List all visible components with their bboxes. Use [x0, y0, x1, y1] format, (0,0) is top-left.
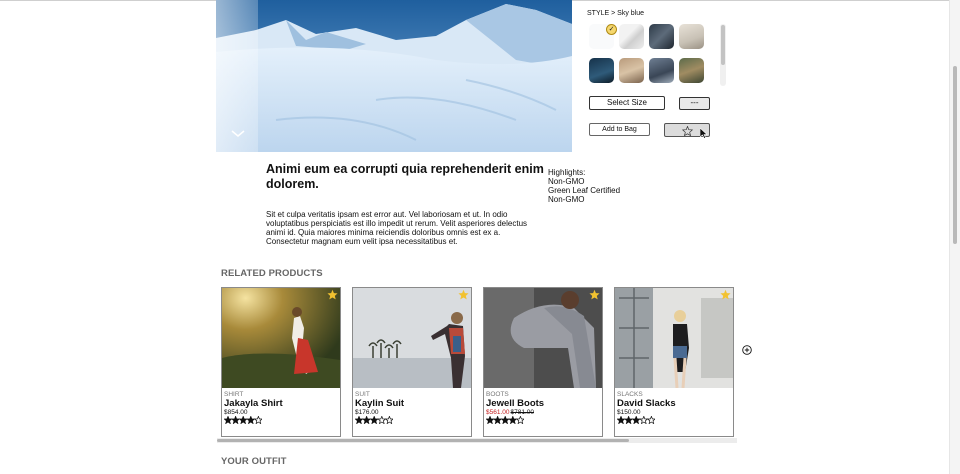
- product-card[interactable]: SHIRT Jakayla Shirt $854.00: [221, 287, 341, 437]
- product-highlights: Highlights: Non-GMO Green Leaf Certified…: [548, 168, 620, 204]
- product-price: $561.00$781.00: [486, 409, 534, 416]
- product-description: Sit et culpa veritatis ipsam est error a…: [266, 210, 528, 246]
- product-category: SHIRT: [224, 391, 244, 398]
- product-card-image[interactable]: [222, 288, 340, 388]
- page-scrollbar-thumb[interactable]: [953, 66, 957, 244]
- rating-star-empty-icon: [515, 416, 524, 424]
- style-label: STYLE > Sky blue: [587, 10, 645, 17]
- style-thumb-5[interactable]: [589, 58, 614, 83]
- rating-star-filled-icon: [492, 416, 503, 424]
- product-category: SUIT: [355, 391, 370, 398]
- product-card[interactable]: SLACKS David Slacks $150.00: [614, 287, 734, 437]
- chevron-down-icon[interactable]: [231, 128, 245, 138]
- thumbnail-scrollbar[interactable]: [720, 24, 726, 86]
- highlight-item: Green Leaf Certified: [548, 186, 621, 195]
- mouse-cursor-icon: [700, 128, 708, 139]
- product-card-image[interactable]: [484, 288, 602, 388]
- quantity-dropdown[interactable]: ---: [679, 97, 710, 110]
- rating-star-filled-icon: [508, 416, 518, 424]
- style-thumb-4[interactable]: [679, 24, 704, 49]
- rating-stars: [617, 416, 655, 424]
- product-name: Jewell Boots: [486, 398, 545, 409]
- rating-stars: [224, 416, 262, 424]
- select-size-dropdown[interactable]: Select Size: [589, 96, 665, 110]
- product-title: Animi eum ea corrupti quia reprehenderit…: [266, 162, 544, 191]
- carousel-next-icon[interactable]: [742, 345, 752, 355]
- rating-star-filled-icon: [361, 416, 372, 424]
- product-card-image[interactable]: [353, 288, 471, 388]
- style-thumb-3[interactable]: [649, 24, 674, 49]
- rating-star-empty-icon: [253, 416, 262, 424]
- rating-star-filled-icon: [230, 416, 241, 424]
- carousel-scrollbar-thumb[interactable]: [217, 439, 629, 442]
- style-thumb-2[interactable]: [619, 24, 644, 49]
- rating-star-empty-icon: [384, 416, 393, 424]
- rating-star-filled-icon: [486, 416, 495, 424]
- rating-star-filled-icon: [617, 416, 626, 424]
- product-name: Kaylin Suit: [355, 398, 405, 409]
- rating-star-empty-icon: [646, 416, 655, 424]
- selected-check-icon: ✓: [606, 24, 617, 35]
- product-name: Jakayla Shirt: [224, 398, 283, 409]
- carousel-scrollbar[interactable]: [217, 438, 737, 443]
- product-category: SLACKS: [617, 391, 643, 398]
- rating-star-filled-icon: [355, 416, 364, 424]
- highlight-item: Non-GMO: [548, 177, 585, 186]
- star-filled-icon[interactable]: [589, 289, 600, 300]
- sale-price: $561.00: [486, 409, 510, 416]
- add-to-bag-button[interactable]: Add to Bag: [589, 123, 650, 136]
- style-thumb-6[interactable]: [619, 58, 644, 83]
- product-price: $176.00: [355, 409, 379, 416]
- original-price: $781.00: [510, 409, 535, 416]
- product-card-image[interactable]: [615, 288, 733, 388]
- star-filled-icon[interactable]: [458, 289, 469, 300]
- your-outfit-heading: YOUR OUTFIT: [221, 456, 287, 467]
- highlights-label: Highlights:: [548, 168, 586, 177]
- rating-star-filled-icon: [246, 416, 256, 424]
- related-products-heading: RELATED PRODUCTS: [221, 268, 323, 279]
- page-scrollbar[interactable]: [949, 0, 960, 474]
- product-price: $854.00: [224, 409, 248, 416]
- product-card[interactable]: BOOTS Jewell Boots $561.00$781.00: [483, 287, 603, 437]
- snow-landscape-image: [216, 0, 572, 152]
- highlight-item: Non-GMO: [548, 195, 585, 204]
- main-product-image[interactable]: [216, 0, 572, 152]
- star-filled-icon[interactable]: [327, 289, 338, 300]
- rating-star-filled-icon: [623, 416, 634, 424]
- rating-star-filled-icon: [224, 416, 233, 424]
- rating-stars: [355, 416, 393, 424]
- product-name: David Slacks: [617, 398, 676, 409]
- thumbnail-scrollbar-thumb[interactable]: [721, 25, 725, 65]
- rating-star-filled-icon: [238, 416, 248, 424]
- style-thumb-7[interactable]: [649, 58, 674, 83]
- rating-star-empty-icon: [639, 416, 649, 424]
- style-thumbnails: [587, 24, 709, 86]
- star-filled-icon[interactable]: [720, 289, 731, 300]
- product-price: $150.00: [617, 409, 641, 416]
- rating-star-filled-icon: [631, 416, 641, 424]
- style-thumb-8[interactable]: [679, 58, 704, 83]
- rating-star-empty-icon: [377, 416, 387, 424]
- product-category: BOOTS: [486, 391, 509, 398]
- star-outline-icon: [682, 126, 693, 136]
- rating-star-filled-icon: [500, 416, 510, 424]
- rating-stars: [486, 416, 524, 424]
- product-card[interactable]: SUIT Kaylin Suit $176.00: [352, 287, 472, 437]
- rating-star-filled-icon: [369, 416, 379, 424]
